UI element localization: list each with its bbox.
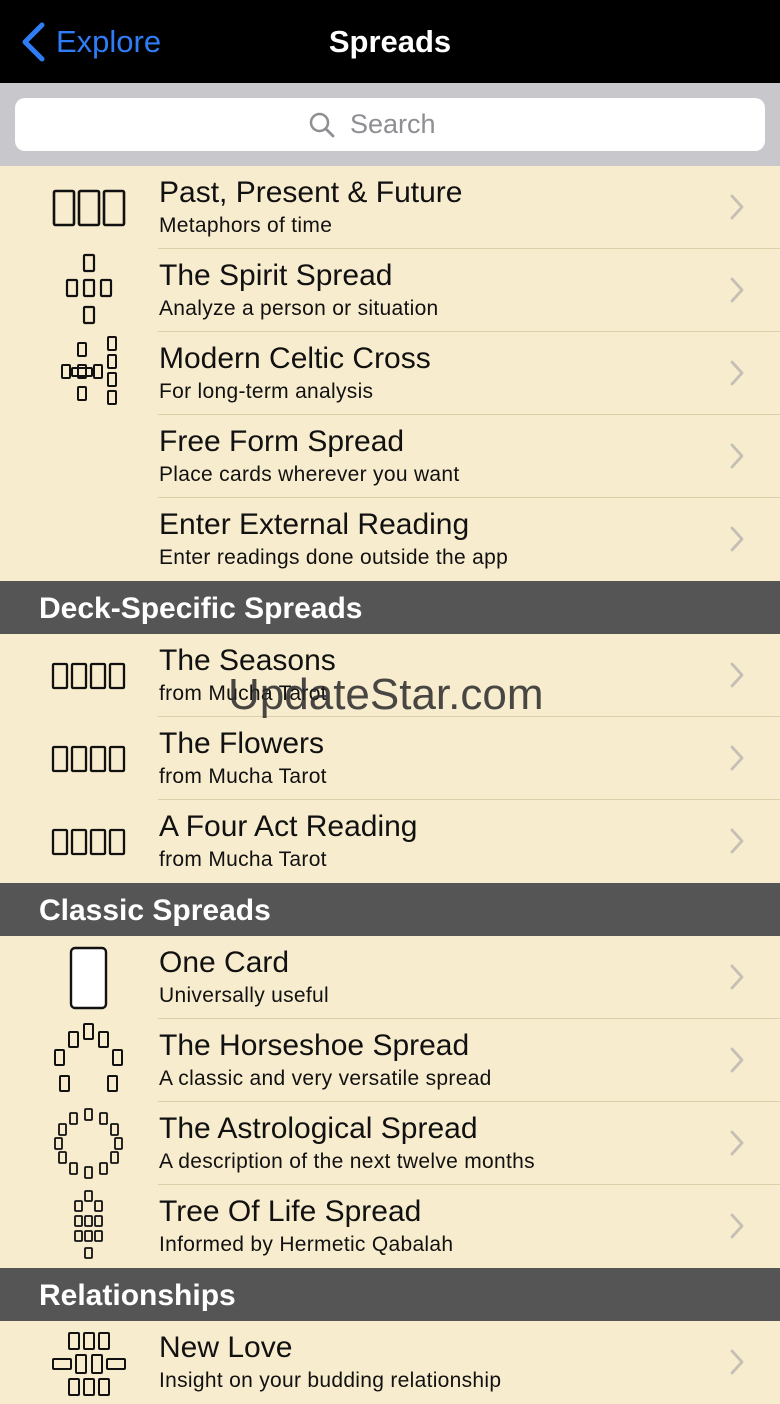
list-item-enter-external-reading[interactable]: Enter External Reading Enter readings do… [0, 498, 780, 581]
search-field[interactable] [15, 98, 765, 151]
list-item-the-seasons[interactable]: The Seasons from Mucha Tarot [0, 634, 780, 717]
row-title: Enter External Reading [159, 508, 470, 541]
section-header-relationships: Relationships [0, 1268, 780, 1321]
row-subtitle: Informed by Hermetic Qabalah [159, 1233, 454, 1256]
row-subtitle: A description of the next twelve months [159, 1150, 535, 1173]
row-subtitle: A classic and very versatile spread [159, 1067, 492, 1090]
chevron-right-icon [730, 360, 744, 386]
list-item-past-present-future[interactable]: Past, Present & Future Metaphors of time [0, 166, 780, 249]
row-title: The Seasons [159, 644, 336, 677]
row-subtitle: For long-term analysis [159, 380, 374, 403]
search-input[interactable] [348, 108, 472, 141]
row-subtitle: Metaphors of time [159, 214, 333, 237]
row-title: The Horseshoe Spread [159, 1029, 470, 1062]
row-title: Modern Celtic Cross [159, 342, 431, 375]
row-subtitle: Insight on your budding relationship [159, 1369, 502, 1392]
row-subtitle: Place cards wherever you want [159, 463, 460, 486]
chevron-right-icon [730, 1047, 744, 1073]
row-title: The Flowers [159, 727, 325, 760]
one-card-icon [40, 939, 138, 1016]
list-item-tree-of-life-spread[interactable]: Tree Of Life Spread Informed by Hermetic… [0, 1185, 780, 1268]
navigation-bar: Explore Spreads [0, 0, 780, 83]
row-subtitle: Analyze a person or situation [159, 297, 439, 320]
row-title: The Astrological Spread [159, 1112, 478, 1145]
chevron-right-icon [730, 526, 744, 552]
list-item-spirit-spread[interactable]: The Spirit Spread Analyze a person or si… [0, 249, 780, 332]
four-card-spread-icon [40, 720, 138, 797]
four-card-spread-icon [40, 803, 138, 880]
chevron-right-icon [730, 964, 744, 990]
search-bar [0, 83, 780, 166]
spreads-list: Past, Present & Future Metaphors of time… [0, 166, 780, 1404]
list-item-modern-celtic-cross[interactable]: Modern Celtic Cross For long-term analys… [0, 332, 780, 415]
row-title: New Love [159, 1331, 293, 1364]
horseshoe-spread-icon [40, 1022, 138, 1099]
three-card-spread-icon [40, 169, 138, 246]
section-header-deck-specific: Deck-Specific Spreads [0, 581, 780, 634]
row-title: A Four Act Reading [159, 810, 418, 843]
chevron-right-icon [730, 277, 744, 303]
list-item-astrological-spread[interactable]: The Astrological Spread A description of… [0, 1102, 780, 1185]
row-title: One Card [159, 946, 290, 979]
new-love-spread-icon [40, 1324, 138, 1401]
list-item-four-act-reading[interactable]: A Four Act Reading from Mucha Tarot [0, 800, 780, 883]
list-item-free-form-spread[interactable]: Free Form Spread Place cards wherever yo… [0, 415, 780, 498]
row-subtitle: Enter readings done outside the app [159, 546, 509, 569]
row-subtitle: from Mucha Tarot [159, 765, 327, 788]
list-item-one-card[interactable]: One Card Universally useful [0, 936, 780, 1019]
chevron-right-icon [730, 443, 744, 469]
row-title: Tree Of Life Spread [159, 1195, 422, 1228]
chevron-right-icon [730, 1130, 744, 1156]
row-subtitle: from Mucha Tarot [159, 682, 327, 705]
chevron-right-icon [730, 194, 744, 220]
tree-of-life-spread-icon [40, 1188, 138, 1265]
page-title: Spreads [328, 24, 452, 59]
chevron-right-icon [730, 745, 744, 771]
chevron-right-icon [730, 662, 744, 688]
spirit-spread-icon [40, 252, 138, 329]
search-icon [309, 112, 335, 137]
section-header-classic: Classic Spreads [0, 883, 780, 936]
row-title: The Spirit Spread [159, 259, 393, 292]
chevron-right-icon [730, 1213, 744, 1239]
list-item-horseshoe-spread[interactable]: The Horseshoe Spread A classic and very … [0, 1019, 780, 1102]
row-title: Free Form Spread [159, 425, 405, 458]
astrological-spread-icon [40, 1105, 138, 1182]
list-item-the-flowers[interactable]: The Flowers from Mucha Tarot [0, 717, 780, 800]
row-subtitle: from Mucha Tarot [159, 848, 327, 871]
list-item-new-love[interactable]: New Love Insight on your budding relatio… [0, 1321, 780, 1404]
row-title: Past, Present & Future [159, 176, 463, 209]
chevron-right-icon [730, 828, 744, 854]
chevron-right-icon [730, 1349, 744, 1375]
row-subtitle: Universally useful [159, 984, 329, 1007]
four-card-spread-icon [40, 637, 138, 714]
celtic-cross-icon [40, 335, 138, 412]
